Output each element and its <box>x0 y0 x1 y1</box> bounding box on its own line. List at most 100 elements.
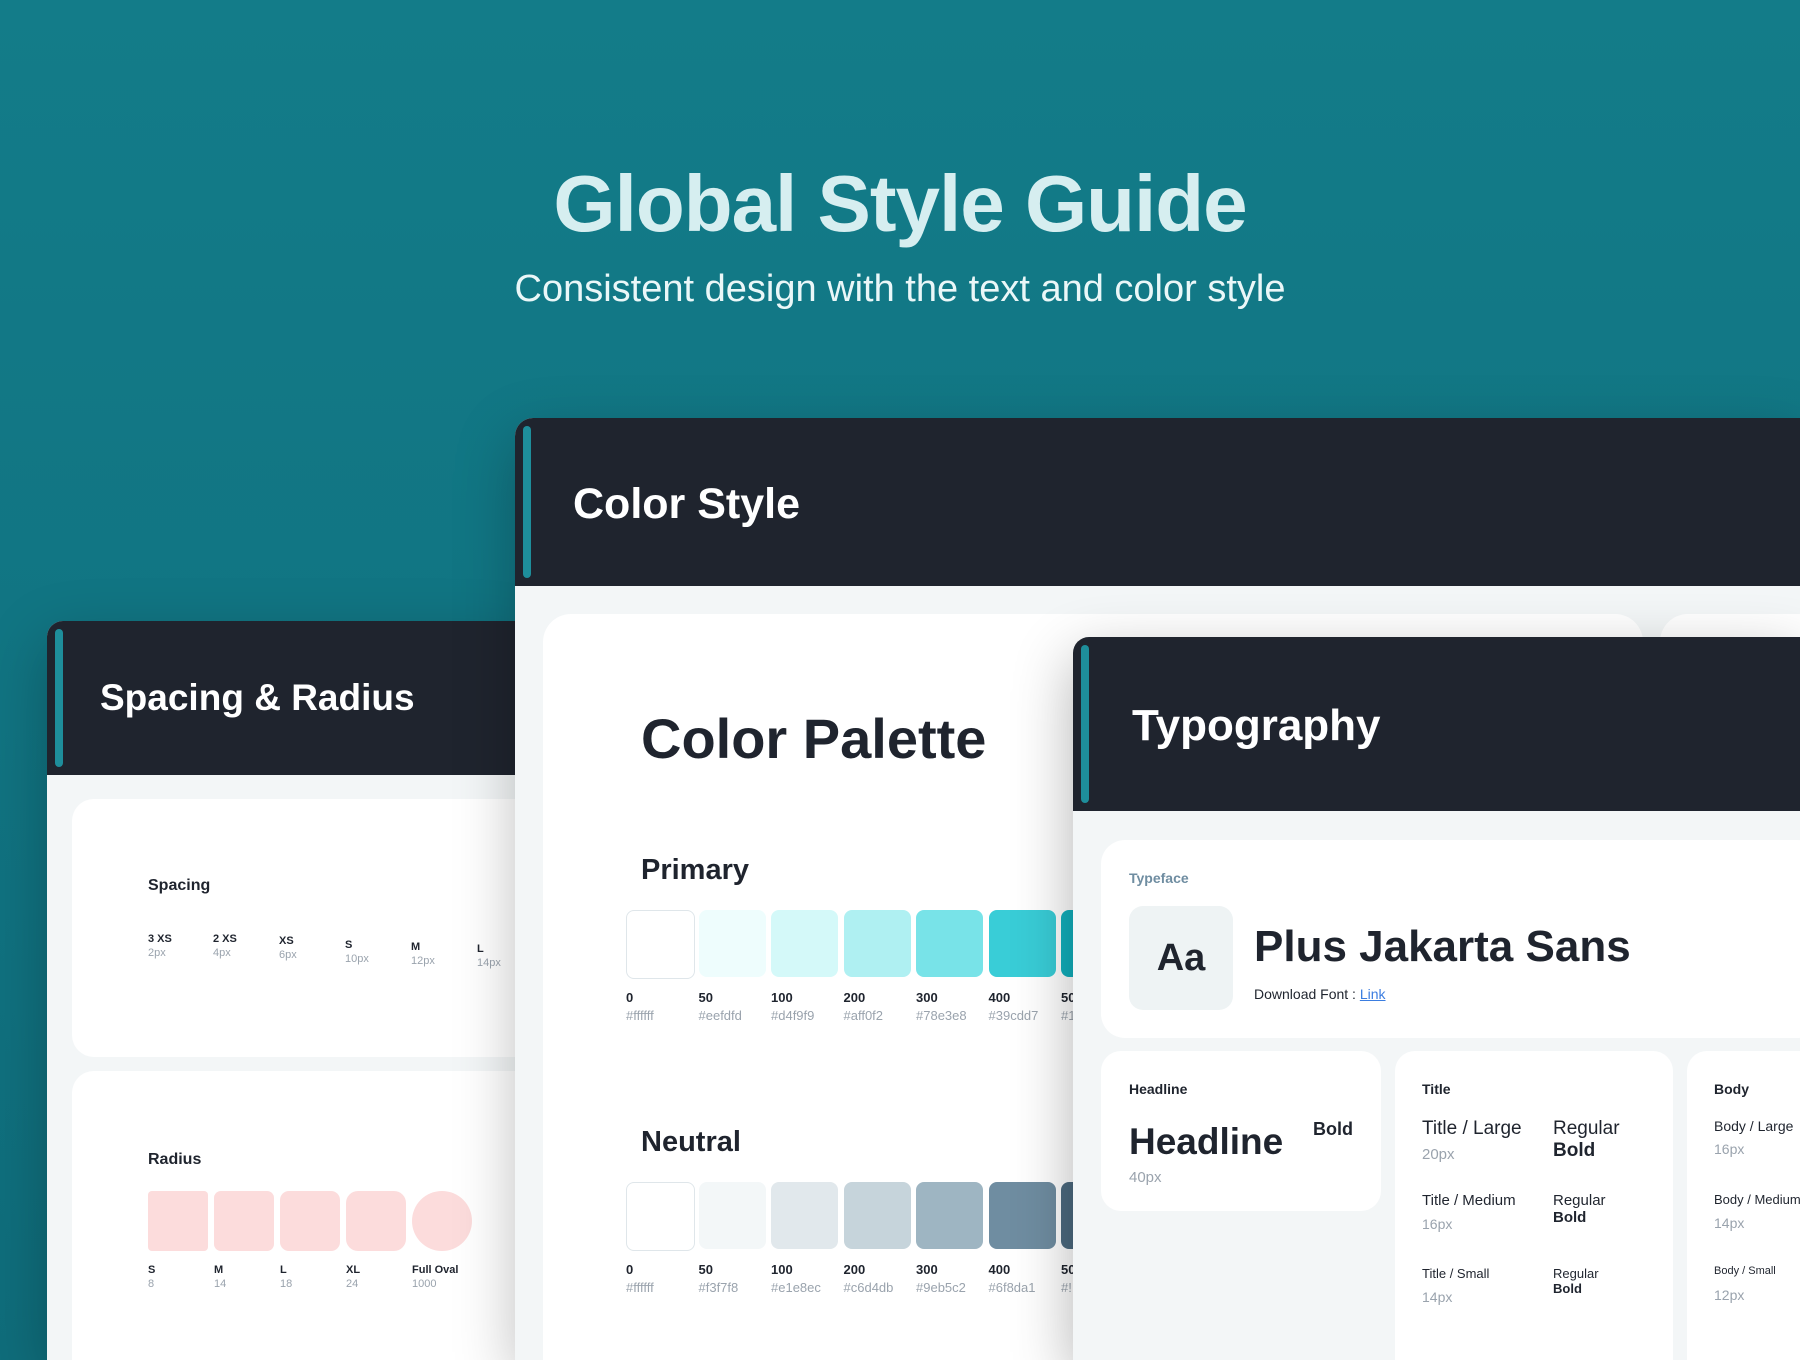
body-medium-name: Body / Medium <box>1714 1192 1800 1207</box>
neutral-swatch-label: 100 #e1e8ec <box>771 1262 821 1295</box>
radius-item: XL 24 <box>346 1264 360 1290</box>
swatch-step: 300 <box>916 990 938 1005</box>
download-font-link[interactable]: Link <box>1360 986 1386 1002</box>
title-card: Title Title / Large 20px Regular Bold Ti… <box>1395 1051 1673 1360</box>
title-medium-name: Title / Medium <box>1422 1192 1516 1209</box>
swatch-step: 400 <box>988 1262 1011 1277</box>
neutral-swatch-0 <box>626 1182 695 1251</box>
title-small-bold: Bold <box>1553 1281 1582 1296</box>
body-large-size: 16px <box>1714 1141 1745 1157</box>
spacing-item: 2 XS 4px <box>213 933 237 959</box>
radius-item: Full Oval 1000 <box>412 1264 458 1290</box>
primary-swatch-label: 50 #eefdfd <box>699 990 742 1023</box>
swatch-step: 200 <box>843 1262 866 1277</box>
title-small-name: Title / Small <box>1422 1266 1490 1281</box>
spacing-label: M <box>411 941 421 953</box>
accent-bar <box>1081 645 1089 803</box>
download-font-label: Download Font : <box>1254 986 1360 1002</box>
primary-swatch-label: 100 #d4f9f9 <box>771 990 814 1023</box>
color-style-title: Color Style <box>573 480 800 528</box>
download-font-row: Download Font : Link <box>1254 986 1386 1002</box>
primary-swatch-3 <box>843 910 911 977</box>
spacing-item: XS 6px <box>279 935 297 961</box>
neutral-swatch-label: 0 #ffffff <box>626 1262 654 1295</box>
swatch-step: 300 <box>916 1262 938 1277</box>
radius-swatch-s <box>148 1191 208 1251</box>
spacing-label: L <box>477 943 484 955</box>
neutral-swatch-label: 400 #6f8da1 <box>989 1262 1036 1295</box>
radius-swatch-m <box>214 1191 274 1251</box>
title-large-name: Title / Large <box>1422 1118 1522 1139</box>
radius-swatch-l <box>280 1191 340 1251</box>
typeface-label: Typeface <box>1129 870 1189 886</box>
radius-item: S 8 <box>148 1264 155 1290</box>
accent-bar <box>55 629 63 767</box>
neutral-swatch-5 <box>988 1182 1056 1249</box>
spacing-value: 12px <box>411 955 435 967</box>
neutral-swatch-2 <box>771 1182 838 1249</box>
neutral-swatch-label: 300 #9eb5c2 <box>916 1262 966 1295</box>
title-large-regular: Regular <box>1553 1118 1620 1139</box>
primary-swatch-1 <box>698 910 766 977</box>
neutral-swatch-3 <box>843 1182 911 1249</box>
radius-value: 24 <box>346 1278 359 1290</box>
radius-label: L <box>280 1264 287 1276</box>
body-small-size: 12px <box>1714 1287 1745 1303</box>
swatch-hex: #9eb5c2 <box>916 1280 966 1295</box>
color-palette-title: Color Palette <box>641 707 987 770</box>
page-subtitle: Consistent design with the text and colo… <box>514 268 1286 310</box>
headline-size: 40px <box>1129 1169 1162 1186</box>
swatch-step: 100 <box>771 1262 793 1277</box>
body-card: Body Body / Large 16px Body / Medium 14p… <box>1687 1051 1800 1360</box>
neutral-swatch-1 <box>698 1182 766 1249</box>
swatch-hex: #aff0f2 <box>843 1008 884 1023</box>
spacing-label: 2 XS <box>213 933 237 945</box>
spacing-heading: Spacing <box>148 877 211 894</box>
font-name: Plus Jakarta Sans <box>1254 922 1631 971</box>
typography-panel: Typography Typeface Aa Plus Jakarta Sans… <box>1073 637 1800 1360</box>
radius-label: S <box>148 1264 156 1276</box>
typeface-card: Typeface Aa Plus Jakarta Sans Download F… <box>1101 840 1800 1038</box>
swatch-hex: #f3f7f8 <box>698 1280 739 1295</box>
primary-swatch-2 <box>771 910 838 977</box>
radius-value: 1000 <box>412 1278 437 1290</box>
radius-value: 8 <box>148 1278 155 1290</box>
neutral-swatch-4 <box>916 1182 983 1249</box>
spacing-value: 4px <box>213 947 231 959</box>
page-title: Global Style Guide <box>553 159 1247 248</box>
typography-title: Typography <box>1132 701 1381 750</box>
swatch-hex: #c6d4db <box>843 1280 894 1295</box>
title-large-bold: Bold <box>1553 1140 1596 1161</box>
radius-heading: Radius <box>148 1151 202 1168</box>
swatch-step: 0 <box>626 990 634 1005</box>
body-small-name: Body / Small <box>1714 1265 1776 1277</box>
body-large-name: Body / Large <box>1714 1118 1794 1134</box>
headline-heading: Headline <box>1129 1081 1188 1097</box>
primary-swatch-5 <box>988 910 1056 977</box>
typography-header: Typography <box>1073 637 1800 811</box>
spacing-item: M 12px <box>411 941 435 967</box>
swatch-hex: #e1e8ec <box>771 1280 821 1295</box>
radius-value: 18 <box>280 1278 293 1290</box>
swatch-hex: #ffffff <box>626 1280 654 1295</box>
neutral-label: Neutral <box>641 1126 741 1158</box>
swatch-step: 50 <box>698 990 713 1005</box>
neutral-swatch-label: 200 #c6d4db <box>844 1262 894 1295</box>
title-large-size: 20px <box>1422 1146 1455 1163</box>
spacing-label: 3 XS <box>148 933 172 945</box>
spacing-value: 6px <box>279 949 297 961</box>
primary-swatch-label: 300 #78e3e8 <box>916 990 967 1023</box>
primary-swatch-4 <box>916 910 983 977</box>
spacing-label: XS <box>279 935 294 947</box>
primary-swatch-label: 0 #ffffff <box>626 990 654 1023</box>
primary-swatch-0 <box>626 910 695 979</box>
spacing-item: S 10px <box>345 939 369 965</box>
body-medium-size: 14px <box>1714 1215 1745 1231</box>
spacing-value: 10px <box>345 953 369 965</box>
body-heading: Body <box>1714 1081 1749 1097</box>
title-medium-regular: Regular <box>1553 1192 1606 1209</box>
spacing-card: Spacing 3 XS 2px 2 XS 4px XS 6px S 10px … <box>72 799 517 1057</box>
swatch-step: 200 <box>843 990 866 1005</box>
headline-weight: Bold <box>1313 1119 1353 1139</box>
spacing-value: 2px <box>148 947 166 959</box>
